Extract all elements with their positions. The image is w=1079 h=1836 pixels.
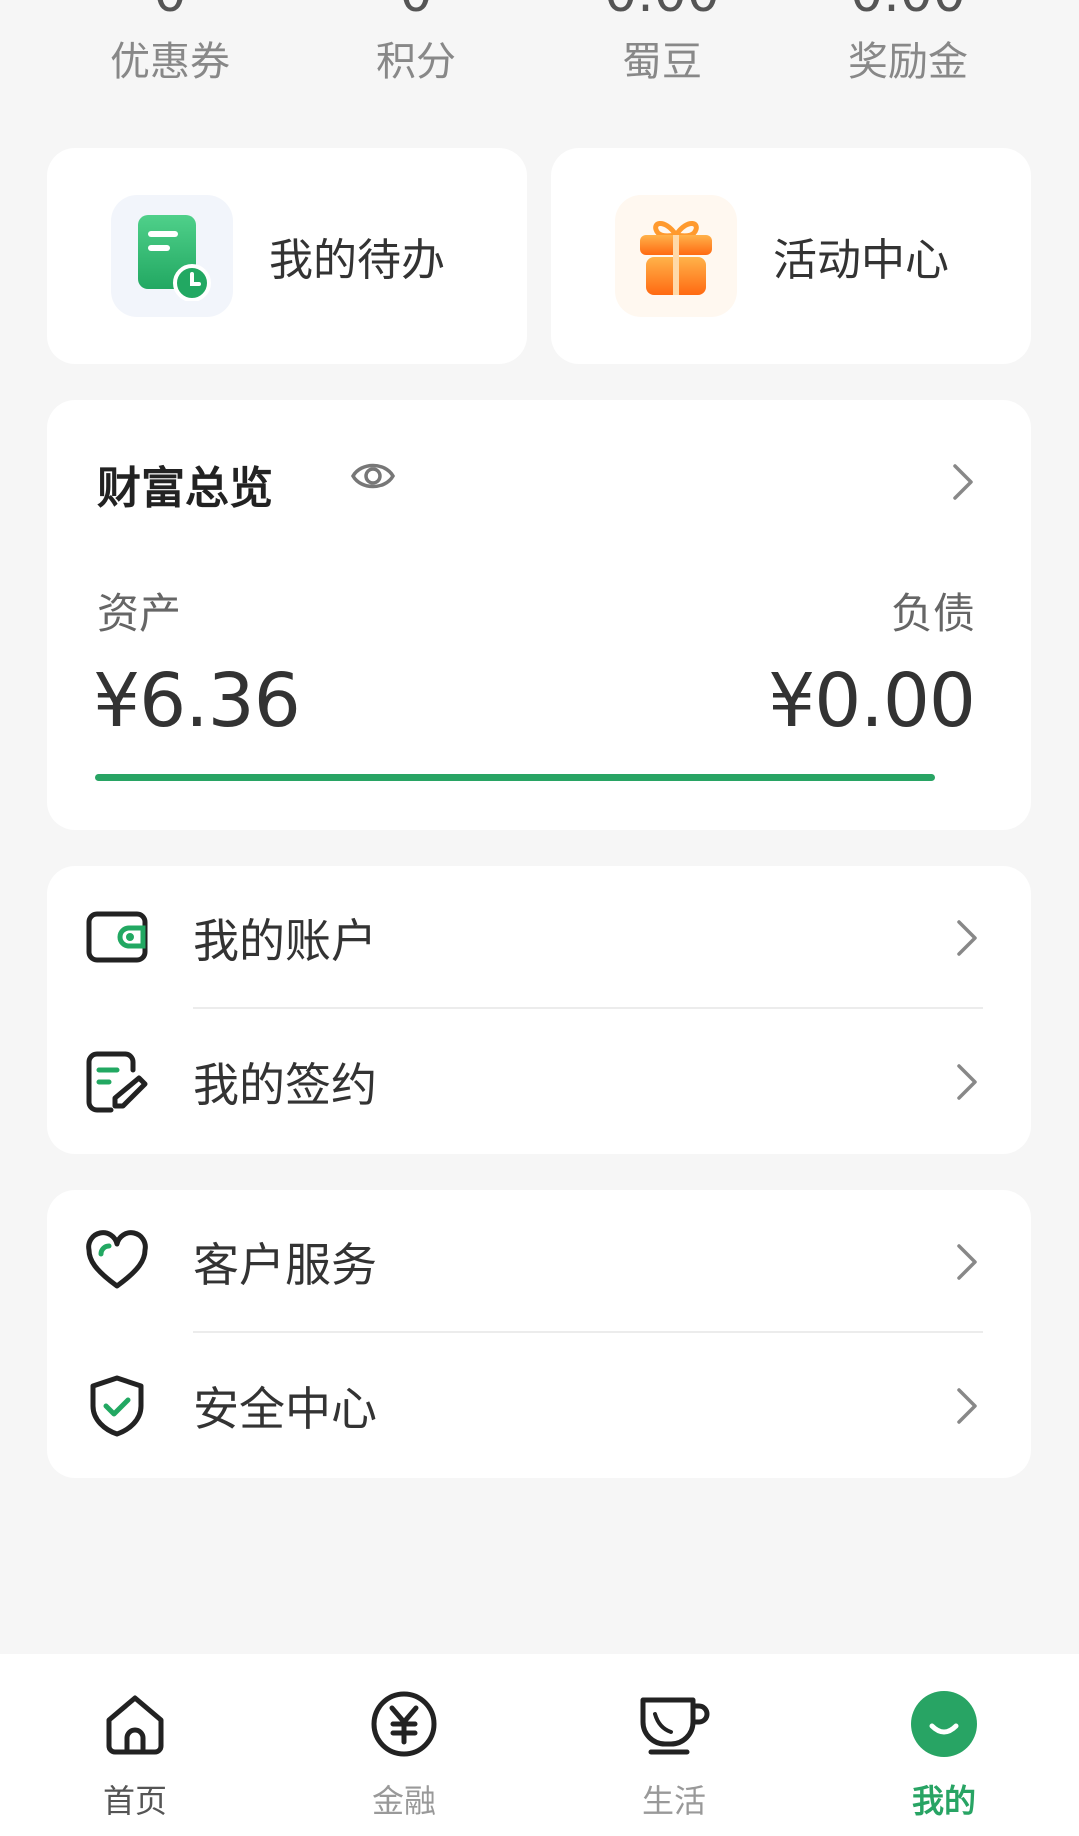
todo-doc-clock-icon [111,195,233,317]
gift-icon [615,195,737,317]
yuan-icon [324,1684,484,1764]
list-item-my-contract[interactable]: 我的签约 [47,1010,1031,1154]
chevron-right-icon [955,918,979,962]
stats-bar: 0 优惠券 0 积分 0.00 蜀豆 0.00 奖励金 [0,0,1079,104]
stat-value: 0.00 [542,0,782,24]
nav-home[interactable]: 首页 [55,1684,215,1822]
heart-icon [85,1230,149,1294]
todo-card[interactable]: 我的待办 [47,148,527,364]
chevron-right-icon[interactable] [951,462,975,506]
nav-label: 首页 [102,1782,167,1820]
stat-label: 积分 [376,39,456,85]
wealth-overview-card[interactable]: 财富总览 资产 负债 ¥6.36 ¥0.00 [47,400,1031,830]
sign-doc-icon [85,1050,149,1114]
wallet-icon [85,906,149,970]
nav-label: 金融 [371,1782,436,1820]
divider [193,1331,983,1333]
stat-value: 0.00 [788,0,1028,24]
stat-beans[interactable]: 0.00 蜀豆 [542,0,782,86]
eye-icon[interactable] [350,460,396,496]
todo-label: 我的待办 [269,235,445,286]
liabilities-label: 负债 [890,589,975,638]
list-item-label: 我的账户 [193,914,377,968]
activity-card[interactable]: 活动中心 [551,148,1031,364]
list-item-my-account[interactable]: 我的账户 [47,866,1031,1010]
list-item-label: 客户服务 [193,1238,377,1292]
list-item-security-center[interactable]: 安全中心 [47,1334,1031,1478]
shield-check-icon [85,1374,149,1438]
chevron-right-icon [955,1242,979,1286]
stat-value: 0 [296,0,536,24]
page: 0 优惠券 0 积分 0.00 蜀豆 0.00 奖励金 [0,0,1079,1836]
stat-coupons[interactable]: 0 优惠券 [50,0,290,86]
list-item-customer-service[interactable]: 客户服务 [47,1190,1031,1334]
nav-life[interactable]: 生活 [594,1684,754,1822]
nav-finance[interactable]: 金融 [324,1684,484,1822]
stat-label: 蜀豆 [622,39,702,85]
stat-label: 优惠券 [110,39,230,85]
smile-icon [864,1684,1024,1764]
nav-label: 我的 [911,1782,976,1820]
chevron-right-icon [955,1062,979,1106]
divider [193,1007,983,1009]
stat-points[interactable]: 0 积分 [296,0,536,86]
wealth-title: 财富总览 [97,463,273,514]
bottom-nav: 首页 金融 生活 我的 [0,1654,1079,1836]
stat-bonus[interactable]: 0.00 奖励金 [788,0,1028,86]
nav-label: 生活 [641,1782,706,1820]
assets-label: 资产 [97,589,182,638]
stat-label: 奖励金 [848,39,968,85]
activity-label: 活动中心 [773,235,949,286]
cup-icon [594,1684,754,1764]
list-item-label: 安全中心 [193,1382,377,1436]
chevron-right-icon [955,1386,979,1430]
nav-mine[interactable]: 我的 [864,1684,1024,1822]
liabilities-value: ¥0.00 [768,658,976,744]
stat-value: 0 [50,0,290,24]
service-list-card: 客户服务 安全中心 [47,1190,1031,1478]
asset-ratio-bar [95,774,935,781]
list-item-label: 我的签约 [193,1058,377,1112]
assets-value: ¥6.36 [93,658,301,744]
account-list-card: 我的账户 我的签约 [47,866,1031,1154]
home-icon [55,1684,215,1764]
